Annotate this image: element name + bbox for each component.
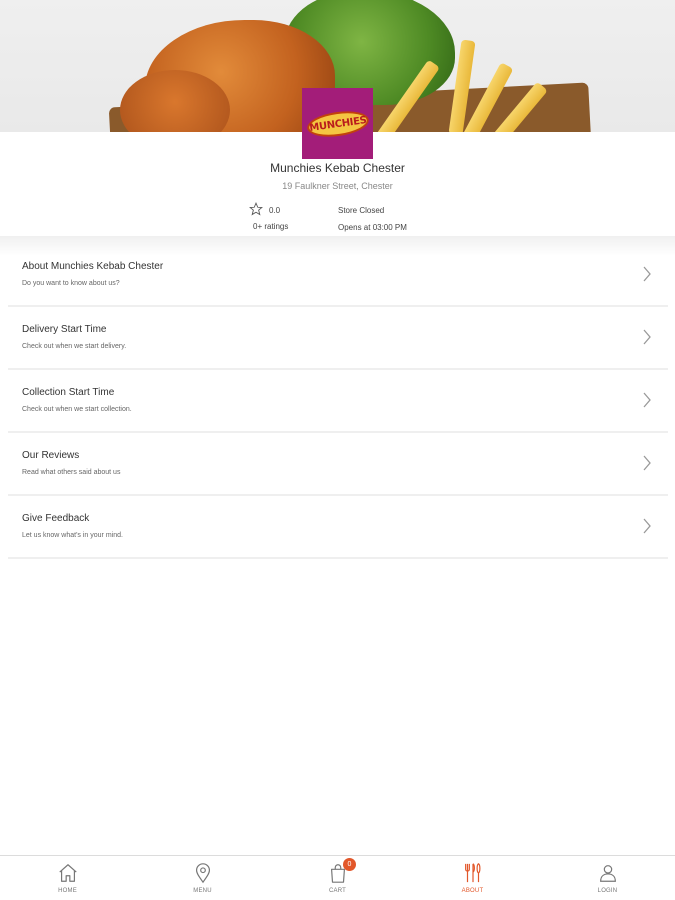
logo-badge: MUNCHIES [305, 107, 370, 140]
user-icon [599, 865, 616, 882]
delivery-start-subtitle: Check out when we start delivery. [22, 343, 127, 350]
tab-about[interactable]: ABOUT [405, 856, 540, 900]
about-item-title: About Munchies Kebab Chester [22, 261, 164, 272]
chevron-right-icon [643, 329, 651, 345]
fork-knife-icon [464, 863, 480, 883]
store-status: Store Closed [338, 206, 385, 215]
store-opening-time: Opens at 03:00 PM [338, 223, 407, 232]
location-pin-icon [195, 863, 210, 884]
tab-menu[interactable]: MENU [135, 856, 270, 900]
collection-start-subtitle: Check out when we start collection. [22, 406, 132, 413]
about-item[interactable]: About Munchies Kebab Chester Do you want… [8, 244, 668, 307]
logo-text: MUNCHIES [308, 114, 367, 133]
chevron-right-icon [643, 266, 651, 282]
tab-cart[interactable]: 0 CART [270, 856, 405, 900]
tab-about-label: ABOUT [461, 888, 484, 894]
collection-start-item[interactable]: Collection Start Time Check out when we … [8, 370, 668, 433]
about-list: About Munchies Kebab Chester Do you want… [8, 244, 668, 559]
tab-login[interactable]: LOGIN [540, 856, 675, 900]
store-logo: MUNCHIES [302, 88, 373, 159]
feedback-title: Give Feedback [22, 513, 90, 524]
reviews-subtitle: Read what others said about us [22, 469, 121, 476]
reviews-item[interactable]: Our Reviews Read what others said about … [8, 433, 668, 496]
tab-home-label: HOME [58, 888, 77, 894]
chevron-right-icon [643, 518, 651, 534]
tab-cart-label: CART [328, 888, 347, 894]
chevron-right-icon [643, 455, 651, 471]
store-address: 19 Faulkner Street, Chester [282, 181, 393, 191]
rating-value: 0.0 [269, 206, 281, 215]
star-icon [249, 202, 263, 216]
cart-count-badge: 0 [343, 858, 356, 871]
delivery-start-title: Delivery Start Time [22, 324, 107, 335]
store-status-block: Store Closed Opens at 03:00 PM [338, 206, 407, 232]
delivery-start-item[interactable]: Delivery Start Time Check out when we st… [8, 307, 668, 370]
rating-count: 0+ ratings [253, 222, 289, 231]
store-name: Munchies Kebab Chester [270, 161, 405, 175]
tab-login-label: LOGIN [597, 888, 618, 894]
feedback-item[interactable]: Give Feedback Let us know what's in your… [8, 496, 668, 559]
tab-home[interactable]: HOME [0, 856, 135, 900]
collection-start-title: Collection Start Time [22, 387, 115, 398]
bottom-tab-bar: HOME MENU 0 CART ABOUT LOGIN [0, 855, 675, 900]
tab-menu-label: MENU [193, 888, 212, 894]
feedback-subtitle: Let us know what's in your mind. [22, 532, 123, 539]
about-item-subtitle: Do you want to know about us? [22, 280, 120, 287]
chevron-right-icon [643, 392, 651, 408]
reviews-title: Our Reviews [22, 450, 80, 461]
home-icon [58, 864, 77, 882]
